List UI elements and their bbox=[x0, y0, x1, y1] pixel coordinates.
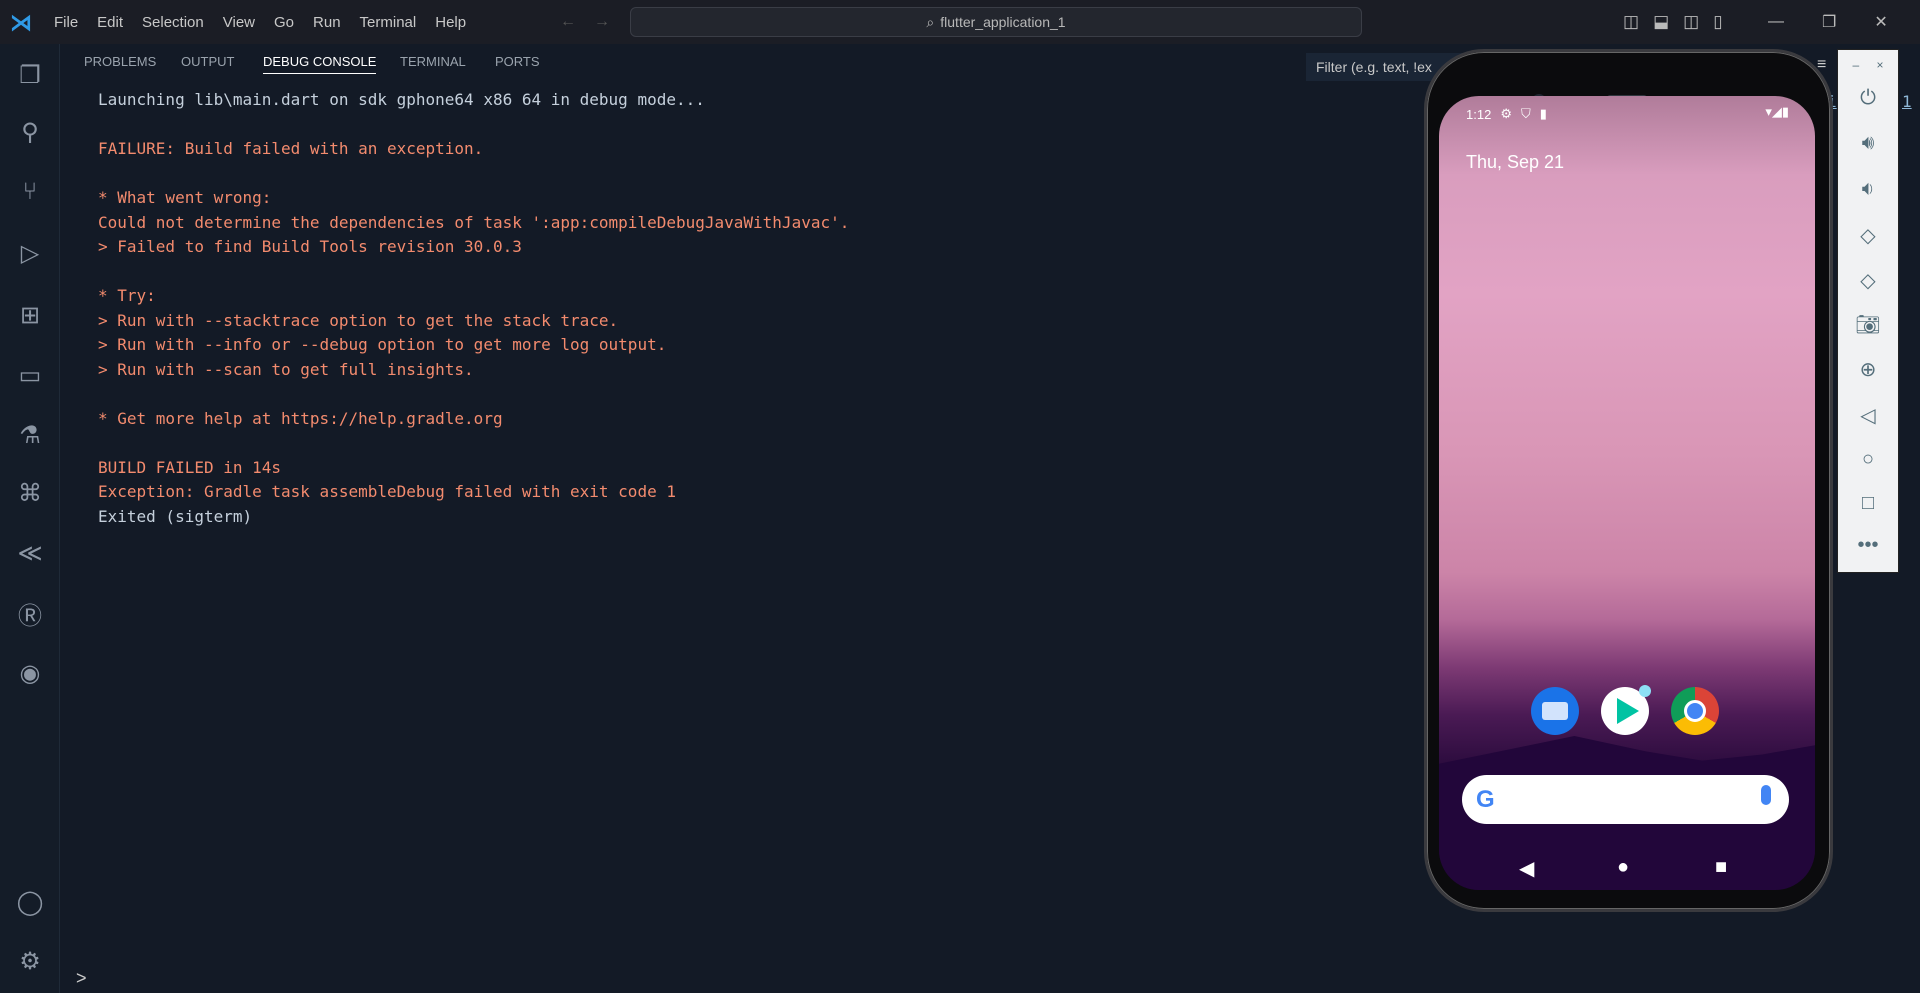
minimize-button[interactable]: — bbox=[1768, 13, 1784, 31]
screenshot-camera-icon[interactable]: 📷︎ bbox=[1838, 312, 1898, 337]
toggle-panel-icon[interactable]: ⬓ bbox=[1653, 12, 1669, 32]
overview-icon[interactable]: □ bbox=[1838, 492, 1898, 515]
search-icon[interactable]: ⚲ bbox=[12, 114, 48, 150]
messages-icon[interactable] bbox=[1531, 687, 1579, 735]
menu-file[interactable]: File bbox=[54, 14, 78, 31]
nav-home-icon[interactable]: ● bbox=[1617, 856, 1629, 879]
power-icon[interactable]: ⏻ bbox=[1838, 87, 1898, 110]
flutter-icon[interactable]: ≪ bbox=[12, 535, 48, 571]
live-share-chat-icon[interactable]: ◉ bbox=[12, 655, 48, 691]
status-time: 1:12 bbox=[1466, 106, 1492, 122]
run-debug-icon[interactable]: ▷ bbox=[12, 235, 48, 271]
search-icon: ⌕ bbox=[926, 13, 935, 30]
restore-button[interactable]: ❐ bbox=[1822, 12, 1836, 32]
settings-icon: ⚙ bbox=[1500, 106, 1512, 121]
toolbar-window-controls[interactable]: – × bbox=[1838, 58, 1898, 72]
extensions-icon[interactable]: ⊞ bbox=[12, 297, 48, 333]
google-logo-icon: G bbox=[1476, 786, 1495, 813]
menu-help[interactable]: Help bbox=[435, 14, 466, 31]
tab-output[interactable]: OUTPUT bbox=[181, 54, 234, 69]
customize-layout-icon[interactable]: ▯ bbox=[1713, 12, 1722, 32]
command-center-search[interactable]: ⌕ flutter_application_1 bbox=[630, 7, 1362, 37]
source-control-icon[interactable]: ⑂ bbox=[12, 174, 48, 210]
tab-problems[interactable]: PROBLEMS bbox=[84, 54, 156, 69]
console-line: > Run with --info or --debug option to g… bbox=[98, 335, 667, 354]
console-line: * Get more help at https://help.gradle.o… bbox=[98, 408, 503, 428]
volume-down-icon[interactable]: 🔉︎ bbox=[1838, 178, 1898, 201]
menu-run[interactable]: Run bbox=[313, 14, 341, 31]
console-line: Exception: Gradle task assembleDebug fai… bbox=[98, 482, 676, 501]
activity-bar: ❐ ⚲ ⑂ ▷ ⊞ ▭ ⚗ ⌘ ≪ Ⓡ ◉ ◯ ⚙ bbox=[0, 44, 60, 993]
settings-gear-icon[interactable]: ⚙ bbox=[12, 943, 48, 979]
menu-go[interactable]: Go bbox=[274, 14, 294, 31]
console-line: > Failed to find Build Tools revision 30… bbox=[98, 237, 522, 256]
debug-console-output: Launching lib\main.dart on sdk gphone64 … bbox=[98, 88, 849, 529]
menu-bar: File Edit Selection View Go Run Terminal… bbox=[54, 0, 485, 44]
search-label: flutter_application_1 bbox=[940, 14, 1066, 30]
home-icon[interactable]: ○ bbox=[1838, 448, 1898, 471]
google-search-bar[interactable]: G bbox=[1462, 775, 1789, 824]
rotate-right-icon[interactable]: ◇ bbox=[1838, 268, 1898, 293]
close-button[interactable]: ✕ bbox=[1874, 12, 1887, 32]
console-fragment: 1 bbox=[1902, 92, 1912, 111]
menu-view[interactable]: View bbox=[223, 14, 255, 31]
remote-explorer-icon[interactable]: ▭ bbox=[12, 357, 48, 393]
console-input-prompt[interactable]: > bbox=[76, 968, 87, 989]
play-store-icon[interactable] bbox=[1601, 685, 1651, 735]
account-icon[interactable]: ◯ bbox=[12, 884, 48, 920]
console-line: Launching lib\main.dart on sdk gphone64 … bbox=[98, 90, 705, 109]
console-line: * What went wrong: bbox=[98, 188, 272, 207]
vscode-logo-icon: ⋊ bbox=[10, 10, 32, 35]
close-icon[interactable]: × bbox=[1877, 58, 1884, 72]
chrome-icon[interactable] bbox=[1671, 687, 1719, 735]
console-line: > Run with --stacktrace option to get th… bbox=[98, 310, 619, 330]
signal-battery-icons: ▾◢▮ bbox=[1765, 104, 1789, 119]
sd-card-icon: ▮ bbox=[1539, 106, 1547, 121]
console-line: * Try: bbox=[98, 286, 156, 305]
back-arrow-icon[interactable]: ← bbox=[560, 13, 576, 31]
menu-edit[interactable]: Edit bbox=[97, 14, 123, 31]
more-icon[interactable]: ••• bbox=[1838, 534, 1898, 557]
console-line: Exited (sigterm) bbox=[98, 506, 253, 526]
back-icon[interactable]: ◁ bbox=[1838, 403, 1898, 428]
tab-debug-console[interactable]: DEBUG CONSOLE bbox=[263, 54, 377, 74]
date-widget[interactable]: Thu, Sep 21 bbox=[1466, 152, 1564, 173]
rotate-left-icon[interactable]: ◇ bbox=[1838, 223, 1898, 248]
console-line: BUILD FAILED in 14s bbox=[98, 457, 282, 477]
shield-icon: ⛉ bbox=[1520, 106, 1531, 121]
explorer-icon[interactable]: ❐ bbox=[12, 57, 48, 93]
nav-back-icon[interactable]: ◀ bbox=[1519, 856, 1534, 881]
volume-up-icon[interactable]: 🔊︎ bbox=[1838, 132, 1898, 155]
emulator-screen[interactable]: 1:12 ⚙ ⛉ ▮ ▾◢▮ Thu, Sep 21 G ◀ ● ■ bbox=[1439, 96, 1815, 890]
zoom-icon[interactable]: ⊕ bbox=[1838, 357, 1898, 382]
status-bar: 1:12 ⚙ ⛉ ▮ bbox=[1466, 106, 1547, 122]
r-icon[interactable]: Ⓡ bbox=[12, 595, 48, 631]
tab-ports[interactable]: PORTS bbox=[495, 54, 540, 69]
console-line: FAILURE: Build failed with an exception. bbox=[98, 139, 484, 158]
tab-terminal[interactable]: TERMINAL bbox=[400, 54, 466, 69]
toggle-secondary-sidebar-icon[interactable]: ◫ bbox=[1683, 12, 1699, 32]
console-line: Could not determine the dependencies of … bbox=[98, 212, 850, 232]
title-bar: ⋊ File Edit Selection View Go Run Termin… bbox=[0, 0, 1920, 44]
forward-arrow-icon[interactable]: → bbox=[594, 13, 610, 31]
python-icon[interactable]: ⌘ bbox=[12, 475, 48, 511]
console-line: > Run with --scan to get full insights. bbox=[98, 359, 474, 379]
toggle-primary-sidebar-icon[interactable]: ◫ bbox=[1623, 12, 1639, 32]
microphone-icon[interactable] bbox=[1761, 785, 1771, 805]
emulator-toolbar: – × ⏻ 🔊︎ 🔉︎ ◇ ◇ 📷︎ ⊕ ◁ ○ □ ••• bbox=[1837, 49, 1899, 573]
menu-terminal[interactable]: Terminal bbox=[360, 14, 417, 31]
minimize-icon[interactable]: – bbox=[1852, 58, 1859, 72]
menu-selection[interactable]: Selection bbox=[142, 14, 204, 31]
testing-icon[interactable]: ⚗ bbox=[12, 417, 48, 453]
nav-recents-icon[interactable]: ■ bbox=[1715, 856, 1727, 879]
